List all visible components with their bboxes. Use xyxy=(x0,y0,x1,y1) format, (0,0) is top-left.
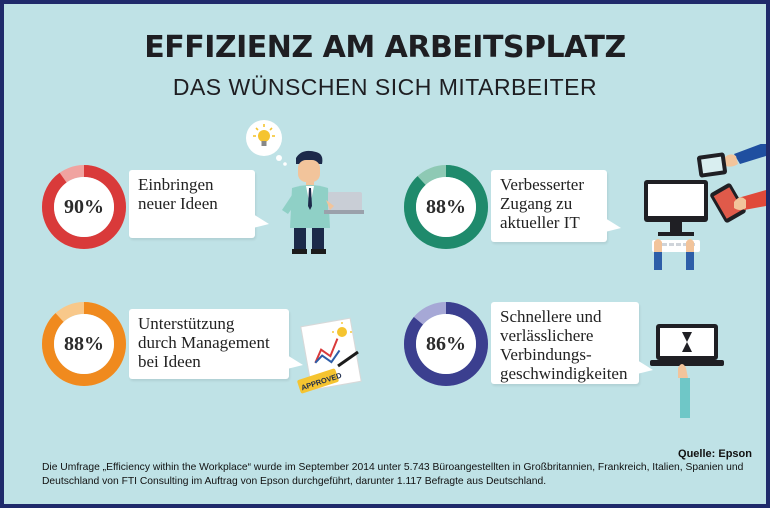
pct-label-management: 88% xyxy=(64,333,104,355)
tablet-phone-hands-icon xyxy=(696,144,766,223)
label-it-access: Verbesserter Zugang zu aktueller IT xyxy=(500,175,585,232)
approved-document-icon: APPROVED xyxy=(297,317,362,394)
label-connection: Schnellere und verlässlichere Verbindung… xyxy=(500,307,628,383)
bubble-ideas: Einbringen neuer Ideen xyxy=(129,170,269,238)
footnote: Die Umfrage „Efficiency within the Workp… xyxy=(42,462,744,487)
page-title: EFFIZIENZ AM ARBEITSPLATZ xyxy=(144,30,626,65)
pct-label-ideas: 90% xyxy=(64,196,104,218)
businessman-laptop-icon xyxy=(282,150,364,254)
bubble-connection: Schnellere und verlässlichere Verbindung… xyxy=(491,302,653,384)
infographic: EFFIZIENZ AM ARBEITSPLATZ DAS WÜNSCHEN S… xyxy=(4,4,766,504)
bubble-it-access: Verbesserter Zugang zu aktueller IT xyxy=(491,170,621,242)
label-management: Unterstützung durch Management bei Ideen xyxy=(138,314,270,371)
page-subtitle: DAS WÜNSCHEN SICH MITARBEITER xyxy=(172,74,598,100)
source-note: Quelle: Epson xyxy=(678,448,752,460)
laptop-hourglass-icon xyxy=(650,324,724,418)
bubble-management: Unterstützung durch Management bei Ideen xyxy=(129,309,303,379)
pct-label-it-access: 88% xyxy=(426,196,466,218)
label-ideas: Einbringen neuer Ideen xyxy=(138,175,218,213)
pct-label-connection: 86% xyxy=(426,333,466,355)
